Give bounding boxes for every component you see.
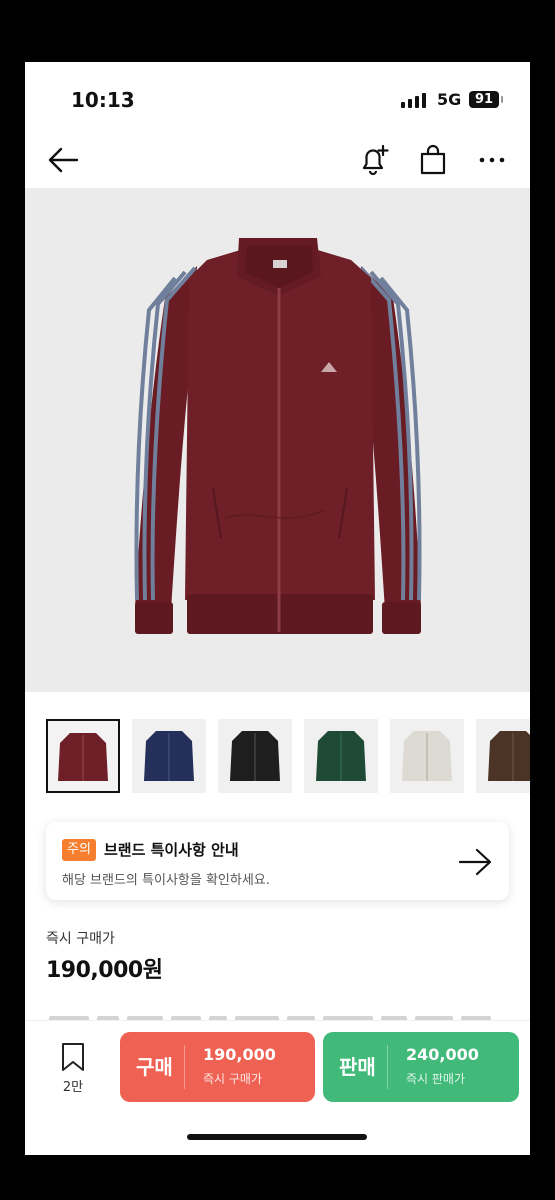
track-jacket-image <box>134 238 422 634</box>
notice-subtitle: 해당 브랜드의 특이사항을 확인하세요. <box>62 873 270 888</box>
buy-price-caption: 즉시 구매가 <box>203 1072 263 1086</box>
top-nav <box>25 132 530 188</box>
buy-button[interactable]: 구매 190,000 즉시 구매가 <box>120 1032 315 1102</box>
network-type: 5G <box>437 90 462 109</box>
back-arrow-icon[interactable] <box>47 146 79 174</box>
cellular-signal-icon <box>401 93 427 108</box>
shopping-bag-icon[interactable] <box>419 144 447 176</box>
instant-buy-price: 190,000원 <box>46 958 163 983</box>
sell-price-caption: 즉시 판매가 <box>406 1072 466 1086</box>
thumbnail-burgundy[interactable] <box>46 719 120 793</box>
thumbnail-green[interactable] <box>304 719 378 793</box>
wishlist-count: 2만 <box>62 1080 84 1095</box>
arrow-right-icon[interactable] <box>458 847 494 877</box>
home-indicator[interactable] <box>187 1134 367 1140</box>
caution-badge: 주의 <box>62 839 96 861</box>
status-time: 10:13 <box>71 88 135 112</box>
thumbnail-brown[interactable] <box>476 719 530 793</box>
sell-price: 240,000 <box>406 1045 479 1064</box>
color-thumbnail-strip <box>46 719 530 796</box>
thumbnail-navy[interactable] <box>132 719 206 793</box>
phone-screen: 10:13 5G 91 주의 브랜드 특이사항 안내 해당 브랜드의 특이사항을… <box>25 62 530 1155</box>
thumbnail-cream[interactable] <box>390 719 464 793</box>
thumbnail-black[interactable] <box>218 719 292 793</box>
more-options-icon[interactable] <box>479 156 505 164</box>
buy-button-divider <box>184 1045 185 1089</box>
instant-buy-price-label: 즉시 구매가 <box>46 931 115 947</box>
sell-button-divider <box>387 1045 388 1089</box>
wishlist-button[interactable]: 2만 <box>53 1041 93 1101</box>
status-bar: 10:13 5G 91 <box>25 62 530 132</box>
sell-button-label: 판매 <box>339 1055 376 1079</box>
buy-price: 190,000 <box>203 1045 276 1064</box>
buy-button-label: 구매 <box>136 1055 173 1079</box>
notice-title: 브랜드 특이사항 안내 <box>104 841 239 859</box>
battery-tip <box>501 96 503 103</box>
battery-icon: 91 <box>469 91 499 108</box>
notification-add-icon[interactable] <box>359 144 389 176</box>
bookmark-icon <box>62 1043 84 1071</box>
product-image[interactable] <box>25 188 530 692</box>
brand-notice-card[interactable]: 주의 브랜드 특이사항 안내 해당 브랜드의 특이사항을 확인하세요. <box>46 822 509 900</box>
sell-button[interactable]: 판매 240,000 즉시 판매가 <box>323 1032 519 1102</box>
